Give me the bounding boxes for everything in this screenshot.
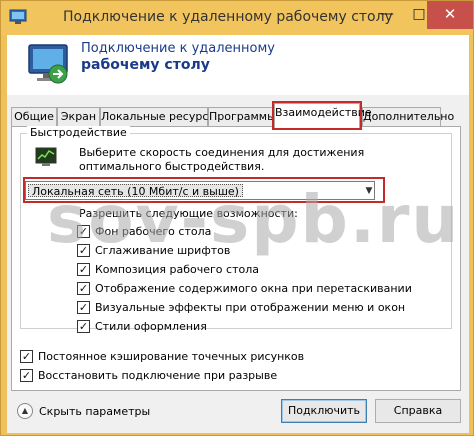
option-label: Фон рабочего стола <box>95 225 212 238</box>
tab-experience[interactable]: Взаимодействие <box>272 101 372 130</box>
connection-speed-value: Локальная сеть (10 Мбит/с и выше) <box>28 184 243 198</box>
remote-desktop-icon <box>9 9 27 24</box>
option-label: Постоянное кэширование точечных рисунков <box>38 350 305 363</box>
connection-speed-select[interactable]: Локальная сеть (10 Мбит/с и выше) ▼ <box>25 181 375 200</box>
checkbox[interactable]: ✓ <box>77 225 90 238</box>
dialog-body: Общие Экран Локальные ресурсы Программы … <box>7 95 469 433</box>
checkbox[interactable]: ✓ <box>77 263 90 276</box>
tab-strip: Общие Экран Локальные ресурсы Программы … <box>11 101 461 130</box>
connect-button[interactable]: Подключить <box>281 399 367 423</box>
performance-group-label: Быстродействие <box>27 126 130 139</box>
tab-general[interactable]: Общие <box>11 107 57 127</box>
tab-advanced[interactable]: Дополнительно <box>362 107 454 127</box>
chevron-up-icon[interactable]: ▲ <box>17 403 33 419</box>
option-label: Визуальные эффекты при отображении меню … <box>95 301 406 314</box>
tab-panel-experience: Быстродействие Выберите скорость соедине… <box>11 126 461 391</box>
tab-programs[interactable]: Программы <box>208 107 276 127</box>
checkbox[interactable]: ✓ <box>20 369 33 382</box>
checkbox[interactable]: ✓ <box>77 244 90 257</box>
allow-features-label: Разрешить следующие возможности: <box>79 207 298 220</box>
option-label: Восстановить подключение при разрыве <box>38 369 278 382</box>
remote-desktop-large-icon <box>28 44 68 84</box>
performance-monitor-icon <box>35 147 57 166</box>
header-banner: Подключение к удаленному рабочему столу <box>7 35 469 95</box>
help-button[interactable]: Справка <box>375 399 461 423</box>
checkbox[interactable]: ✓ <box>77 301 90 314</box>
tab-display[interactable]: Экран <box>57 107 100 127</box>
performance-description: Выберите скорость соединения для достиже… <box>79 146 365 173</box>
title-bar[interactable]: Подключение к удаленному рабочему столу … <box>1 1 473 35</box>
checkbox[interactable]: ✓ <box>77 320 90 333</box>
option-label: Отображение содержимого окна при перетас… <box>95 282 412 295</box>
checkbox[interactable]: ✓ <box>20 350 33 363</box>
option-label: Композиция рабочего стола <box>95 263 259 276</box>
header-title-line1: Подключение к удаленному <box>81 41 275 56</box>
rdp-window: Подключение к удаленному рабочему столу … <box>0 0 474 436</box>
hide-options-label: Скрыть параметры <box>39 405 151 418</box>
option-label: Сглаживание шрифтов <box>95 244 231 257</box>
window-title: Подключение к удаленному рабочему столу <box>63 9 393 25</box>
header-title-line2: рабочему столу <box>81 57 210 73</box>
checkbox[interactable]: ✓ <box>77 282 90 295</box>
minimize-button[interactable]: — <box>372 1 402 29</box>
option-label: Стили оформления <box>95 320 207 333</box>
chevron-down-icon[interactable]: ▼ <box>363 183 375 199</box>
performance-group: Быстродействие Выберите скорость соедине… <box>20 126 452 333</box>
close-button[interactable]: ✕ <box>427 1 473 29</box>
tab-local-resources[interactable]: Локальные ресурсы <box>100 107 217 127</box>
